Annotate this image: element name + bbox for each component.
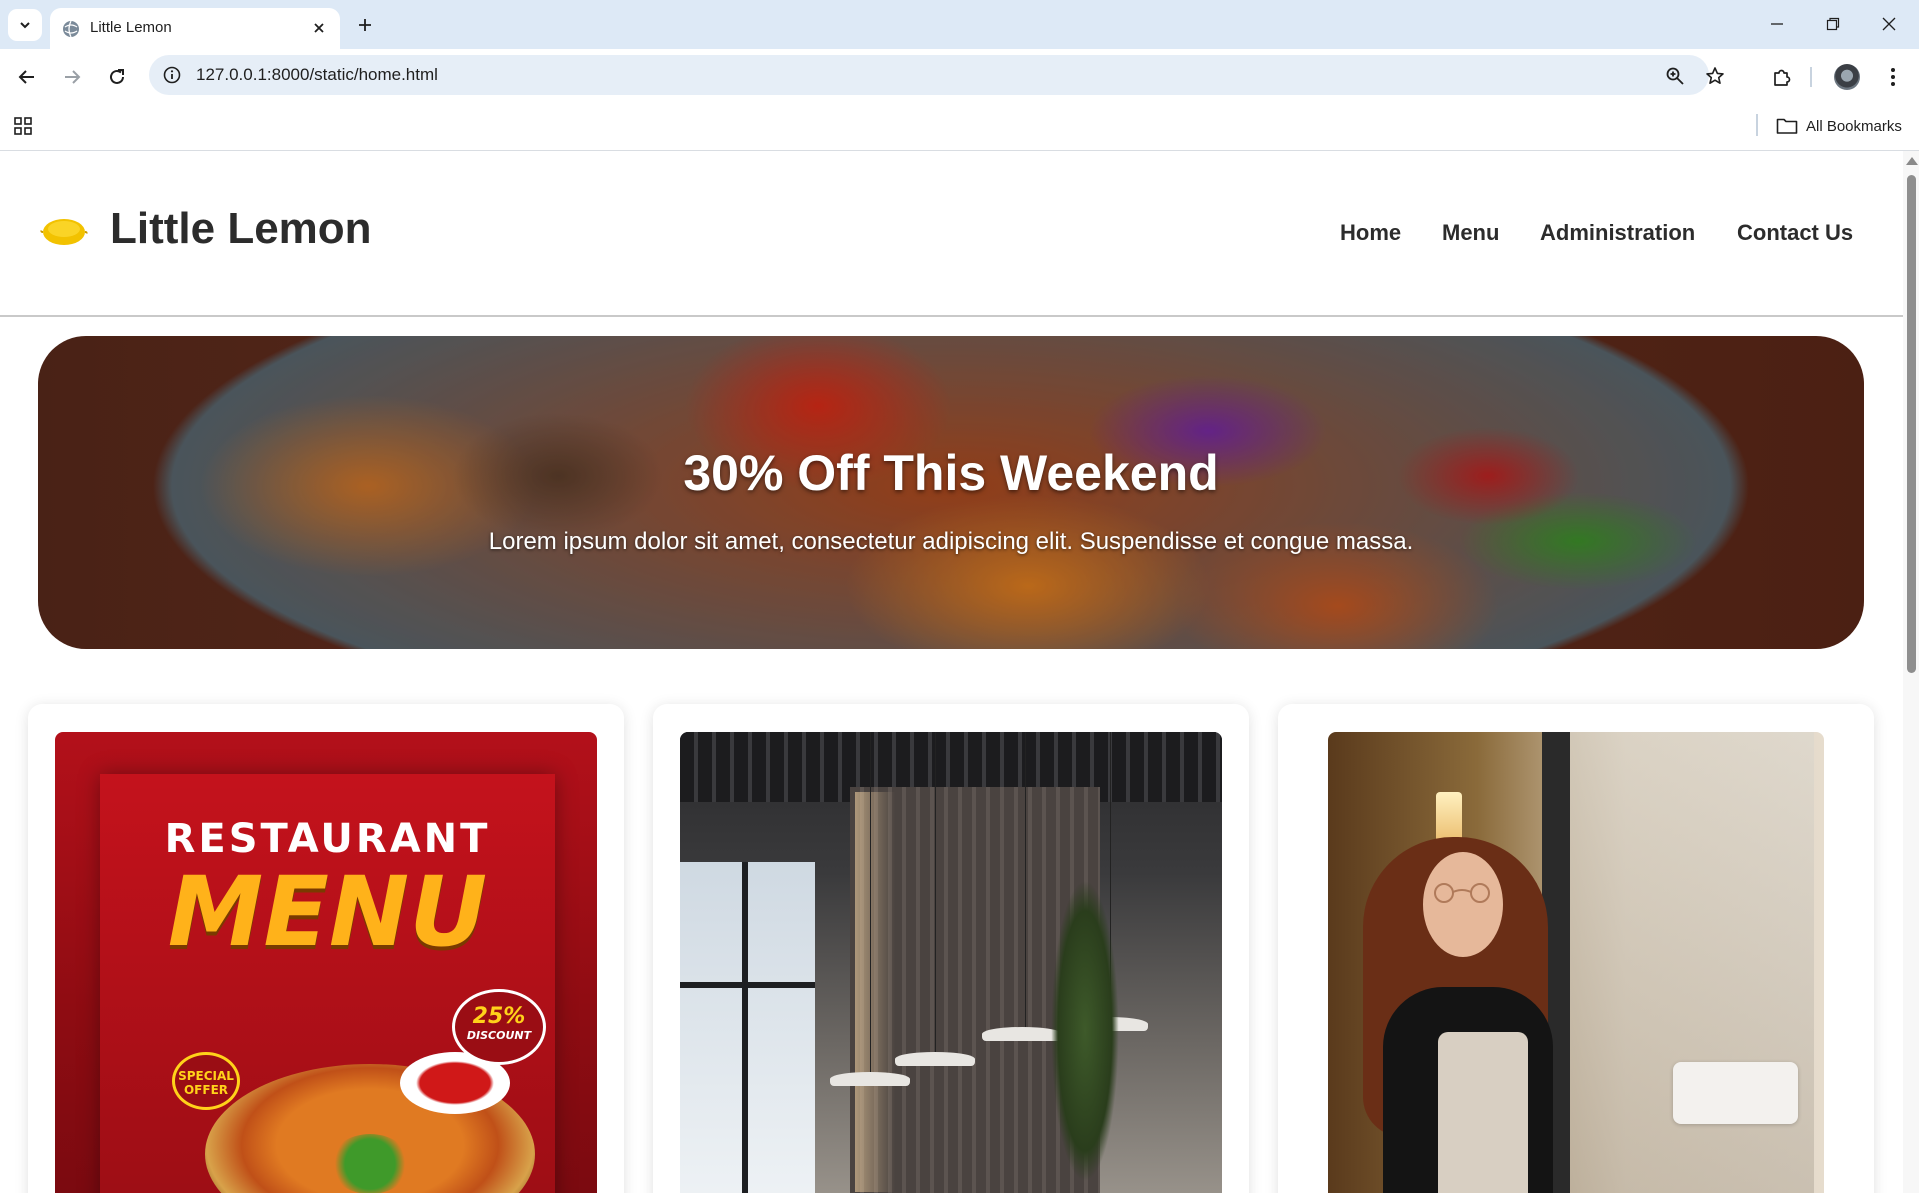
- all-bookmarks-label: All Bookmarks: [1806, 117, 1902, 135]
- back-button[interactable]: [12, 62, 42, 92]
- page-viewport: Little Lemon Home Menu Administration Co…: [0, 151, 1919, 1193]
- wall-light-glow: [855, 792, 895, 1192]
- restore-icon: [1826, 17, 1840, 31]
- close-icon: [1882, 17, 1896, 31]
- discount-label: DISCOUNT: [466, 1029, 532, 1042]
- scrollbar-thumb[interactable]: [1907, 175, 1916, 673]
- browser-tab[interactable]: Little Lemon: [50, 8, 340, 49]
- nav-home[interactable]: Home: [1340, 220, 1401, 246]
- arrow-left-icon: [18, 70, 34, 84]
- tab-close-button[interactable]: [308, 17, 330, 39]
- reload-icon: [110, 69, 124, 84]
- puzzle-icon: [1774, 69, 1791, 86]
- url-text[interactable]: 127.0.0.1:8000/static/home.html: [196, 65, 438, 85]
- restore-button[interactable]: [1818, 10, 1848, 38]
- more-vertical-icon: [1891, 68, 1895, 86]
- site-info-button[interactable]: [161, 64, 183, 86]
- lamp-wire: [1025, 732, 1026, 1027]
- new-tab-button[interactable]: [352, 12, 378, 38]
- hanging-sign: [1673, 1062, 1798, 1124]
- tab-title: Little Lemon: [90, 19, 172, 36]
- welcome-staff-image: [1328, 732, 1824, 1193]
- poster-panel: RESTAURANT MENU 25% DISCOUNT SPECIAL OFF…: [100, 774, 555, 1193]
- lamp-wire: [935, 732, 936, 1052]
- indoor-plant: [1040, 822, 1130, 1193]
- special-offer-line1: SPECIAL: [178, 1069, 234, 1083]
- browser-toolbar: 127.0.0.1:8000/static/home.html: [0, 49, 1919, 102]
- hero-subtitle: Lorem ipsum dolor sit amet, consectetur …: [488, 528, 1414, 555]
- special-offer-badge: SPECIAL OFFER: [172, 1052, 240, 1110]
- minimize-icon: [1771, 23, 1783, 25]
- extensions-button[interactable]: [1767, 62, 1797, 92]
- discount-badge: 25% DISCOUNT: [452, 989, 546, 1065]
- forward-button[interactable]: [57, 62, 87, 92]
- zoom-icon: [1666, 67, 1684, 85]
- folder-icon: [1776, 118, 1798, 134]
- page-scrollbar[interactable]: [1903, 151, 1919, 1193]
- chevron-down-icon: [20, 22, 30, 29]
- reload-button[interactable]: [102, 62, 132, 92]
- profile-avatar[interactable]: [1834, 64, 1860, 90]
- toolbar-divider: [1810, 67, 1812, 87]
- minimize-button[interactable]: [1762, 10, 1792, 38]
- pendant-lamp: [895, 1052, 975, 1066]
- zoom-button[interactable]: [1663, 64, 1687, 88]
- browser-tab-strip: Little Lemon: [0, 0, 1919, 49]
- plus-icon: [359, 19, 371, 31]
- all-bookmarks-button[interactable]: All Bookmarks: [1776, 114, 1902, 138]
- interior-window: [680, 862, 815, 1193]
- browser-menu-button[interactable]: [1878, 62, 1908, 92]
- menu-poster-image: RESTAURANT MENU 25% DISCOUNT SPECIAL OFF…: [55, 732, 597, 1193]
- lamp-wire: [870, 732, 871, 1072]
- arrow-right-icon: [65, 70, 81, 84]
- info-icon: [163, 66, 181, 84]
- star-icon: [1706, 67, 1724, 84]
- tab-search-button[interactable]: [8, 9, 42, 41]
- bookmarks-bar: All Bookmarks: [0, 102, 1919, 151]
- globe-icon: [63, 20, 79, 38]
- person-apron: [1438, 1032, 1528, 1193]
- hero-banner: 30% Off This Weekend Lorem ipsum dolor s…: [38, 336, 1864, 649]
- pendant-lamp: [830, 1072, 910, 1086]
- person-face: [1423, 852, 1503, 957]
- herb-garnish: [330, 1134, 410, 1193]
- glasses-icon: [1434, 883, 1490, 903]
- feature-card-menu[interactable]: RESTAURANT MENU 25% DISCOUNT SPECIAL OFF…: [28, 704, 624, 1193]
- apps-grid-icon[interactable]: [12, 115, 34, 137]
- close-window-button[interactable]: [1874, 10, 1904, 38]
- close-icon: [314, 23, 324, 33]
- lemon-icon: [40, 219, 88, 245]
- nav-administration[interactable]: Administration: [1540, 220, 1695, 246]
- hero-title: 30% Off This Weekend: [683, 445, 1219, 501]
- special-offer-line2: OFFER: [183, 1083, 229, 1097]
- site-header: Little Lemon Home Menu Administration Co…: [0, 151, 1903, 317]
- bookmark-star-button[interactable]: [1703, 64, 1727, 88]
- nav-contact-us[interactable]: Contact Us: [1737, 220, 1853, 246]
- scroll-up-arrow[interactable]: [1906, 157, 1918, 165]
- address-bar[interactable]: 127.0.0.1:8000/static/home.html: [149, 55, 1724, 95]
- bookmarks-divider: [1756, 114, 1758, 136]
- discount-value: 25%: [472, 1004, 526, 1029]
- site-logo-text[interactable]: Little Lemon: [110, 204, 372, 254]
- poster-title-line2: MENU: [167, 856, 488, 968]
- feature-card-welcome[interactable]: [1278, 704, 1874, 1193]
- nav-menu[interactable]: Menu: [1442, 220, 1499, 246]
- restaurant-interior-image: [680, 732, 1222, 1193]
- feature-card-interior[interactable]: [653, 704, 1249, 1193]
